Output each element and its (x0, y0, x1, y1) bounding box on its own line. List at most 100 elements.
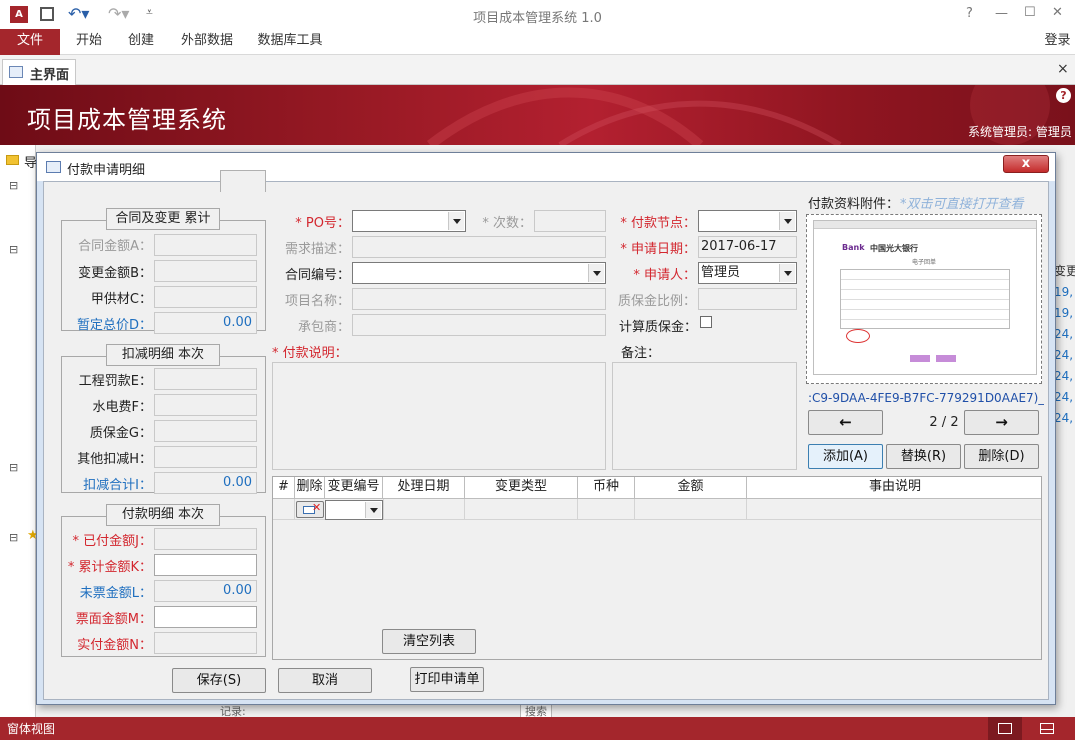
attachment-preview[interactable]: Bank 中国光大银行 电子回单 (806, 214, 1042, 384)
retention-field (154, 420, 257, 442)
contract-no-combo[interactable] (352, 262, 606, 284)
peek-header: 变更 (1054, 264, 1075, 278)
form-view-icon[interactable] (988, 717, 1022, 740)
tree-node-3[interactable]: ⊟ (9, 461, 18, 474)
add-attachment-button[interactable]: 添加(A) (808, 444, 883, 469)
next-attachment-button[interactable]: → (964, 410, 1039, 435)
contract-amount-field (154, 234, 257, 256)
clear-list-button[interactable]: 清空列表 (382, 629, 476, 654)
actual-payment-label: 实付金额N： (77, 638, 152, 653)
dropdown-arrow-icon[interactable] (779, 264, 795, 282)
owner-supplied-label: 甲供材C： (90, 292, 152, 307)
print-request-button[interactable]: 打印申请单 (410, 667, 484, 692)
change-amount-label: 变更金额B： (78, 266, 152, 281)
times-label: * 次数： (482, 216, 532, 231)
payment-node-combo[interactable] (698, 210, 797, 232)
times-field (534, 210, 606, 232)
dialog-title: 付款申请明细 (67, 163, 146, 178)
penalty-label: 工程罚款E： (78, 374, 152, 389)
col-header-change-type: 变更类型 (465, 477, 578, 499)
provisional-total-label: 暂定总价D： (76, 318, 152, 333)
cell-reason[interactable] (747, 499, 1041, 519)
dropdown-arrow-icon[interactable] (588, 264, 604, 282)
cell-currency[interactable] (578, 499, 635, 519)
col-header-amount: 金额 (635, 477, 747, 499)
tab-main-form[interactable]: 主界面 (2, 59, 76, 85)
uninvoiced-amount-label: 未票金额L： (79, 586, 152, 601)
delete-attachment-button[interactable]: 删除(D) (964, 444, 1039, 469)
tab-external-data[interactable]: 外部数据 (172, 29, 242, 55)
tab-file[interactable]: 文件 (0, 29, 60, 55)
payment-node-label: * 付款节点： (620, 216, 696, 231)
attachment-title: 付款资料附件： (808, 197, 900, 212)
document-tab-bar: 主界面 × (0, 55, 1075, 85)
bank-receipt-icon: Bank (842, 243, 865, 252)
close-tab-icon[interactable]: × (1057, 61, 1069, 77)
apply-date-label: * 申请日期： (620, 242, 696, 257)
cancel-button[interactable]: 取消 (278, 668, 372, 693)
arrow-left-icon: ← (839, 413, 852, 431)
help-circle-icon[interactable]: ? (1056, 88, 1071, 103)
contract-no-label: 合同编号： (284, 268, 350, 283)
calc-retention-checkbox[interactable] (700, 316, 712, 328)
cell-index (273, 499, 295, 519)
login-link[interactable]: 登录 (1040, 29, 1075, 55)
close-window-icon[interactable]: ✕ (1052, 5, 1063, 20)
deduction-total-field: 0.00 (154, 472, 257, 494)
delete-row-button[interactable]: ✕ (296, 501, 324, 518)
project-name-label: 项目名称： (284, 294, 350, 309)
tab-database-tools[interactable]: 数据库工具 (250, 29, 330, 55)
cumulative-amount-label: * 累计金额K： (67, 560, 152, 575)
invoice-amount-label: 票面金额M： (75, 612, 152, 627)
po-combo[interactable] (352, 210, 466, 232)
receipt-stamp-icon (846, 329, 870, 343)
form-icon (46, 161, 61, 173)
invoice-amount-input[interactable] (154, 606, 257, 628)
applicant-combo[interactable]: 管理员 (698, 262, 797, 284)
right-peek-column: 变更 19, 19, 24, 24, 24, 24, 24, (1054, 261, 1075, 429)
penalty-field (154, 368, 257, 390)
cell-change-type[interactable] (465, 499, 578, 519)
attachment-hint: *双击可直接打开查看 (900, 197, 1024, 212)
peek-cell: 19, (1054, 306, 1074, 320)
maximize-icon[interactable]: ☐ (1024, 5, 1036, 20)
dropdown-arrow-icon[interactable] (448, 212, 464, 230)
tab-create[interactable]: 创建 (118, 29, 164, 55)
replace-attachment-button[interactable]: 替换(R) (886, 444, 961, 469)
dropdown-arrow-icon[interactable] (779, 212, 795, 230)
help-icon[interactable]: ? (966, 6, 973, 21)
layout-view-icon[interactable] (1030, 717, 1064, 740)
peek-cell: 24, (1054, 348, 1074, 362)
save-button[interactable]: 保存(S) (172, 668, 266, 693)
minimize-icon[interactable]: — (995, 6, 1008, 21)
prev-attachment-button[interactable]: ← (808, 410, 883, 435)
banner-title: 项目成本管理系统 (27, 106, 227, 134)
peek-cell: 24, (1054, 369, 1074, 383)
bank-brand: Bank (842, 243, 865, 252)
tab-home[interactable]: 开始 (66, 29, 112, 55)
tree-node-1[interactable]: ⊟ (9, 179, 18, 192)
remark-textarea[interactable] (612, 362, 797, 470)
po-label: * PO号： (295, 216, 350, 231)
cell-amount[interactable] (635, 499, 747, 519)
remark-label: 备注： (621, 346, 661, 361)
cell-process-date[interactable] (383, 499, 465, 519)
group-payment-title: 付款明细 本次 (106, 504, 220, 526)
change-no-combo[interactable] (325, 500, 383, 520)
tab-main-label: 主界面 (30, 68, 70, 83)
group-deductions-title: 扣减明细 本次 (106, 344, 220, 366)
utility-fee-field (154, 394, 257, 416)
dialog-close-button[interactable]: x (1003, 155, 1049, 173)
change-grid: # 删除 变更编号 处理日期 变更类型 币种 金额 事由说明 ✕ 清空列表 (272, 476, 1042, 660)
uninvoiced-amount-field: 0.00 (154, 580, 257, 602)
apply-date-field: 2017-06-17 (698, 236, 797, 258)
col-header-reason: 事由说明 (868, 479, 921, 494)
dropdown-arrow-icon[interactable] (365, 502, 381, 518)
retention-label: 质保金G： (89, 426, 152, 441)
payment-desc-textarea[interactable] (272, 362, 606, 470)
col-header-currency: 币种 (578, 477, 635, 499)
cumulative-amount-input[interactable] (154, 554, 257, 576)
tree-node-4[interactable]: ⊟ (9, 531, 18, 544)
ribbon: 文件 开始 创建 外部数据 数据库工具 登录 (0, 29, 1075, 55)
tree-node-2[interactable]: ⊟ (9, 243, 18, 256)
